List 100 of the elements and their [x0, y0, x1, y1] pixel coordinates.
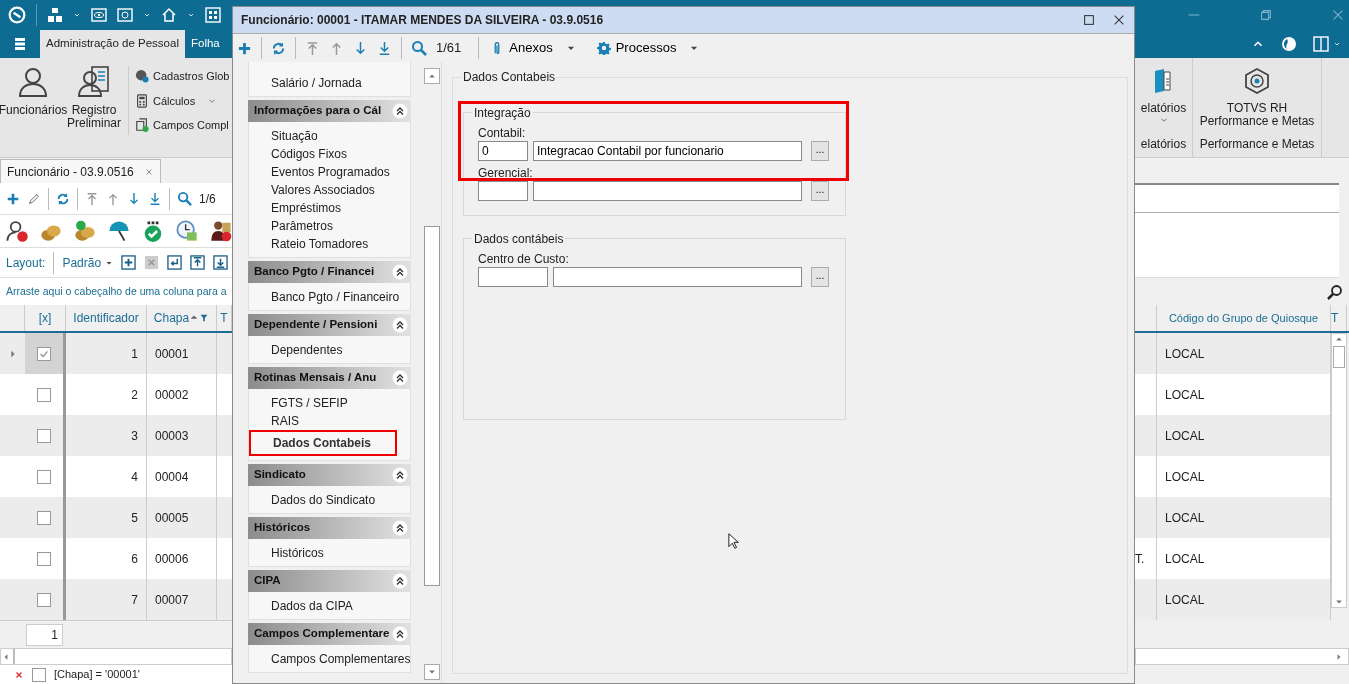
- menu-button[interactable]: Anexos: [488, 38, 578, 58]
- collapse-icon[interactable]: [392, 264, 408, 280]
- person-remove-icon[interactable]: [210, 220, 232, 242]
- enter-box-icon[interactable]: [167, 255, 183, 270]
- column-header[interactable]: T: [1331, 305, 1347, 331]
- collapse-icon[interactable]: [392, 520, 408, 536]
- nav-group-header[interactable]: Banco Pgto / Financei: [248, 261, 411, 283]
- collapse-icon[interactable]: [392, 573, 408, 589]
- restore-icon[interactable]: [1259, 8, 1273, 22]
- layout-icon[interactable]: [1313, 36, 1329, 52]
- nav-group-header[interactable]: Históricos: [248, 517, 411, 539]
- upload-box-icon[interactable]: [190, 255, 206, 270]
- plus-box-icon[interactable]: [121, 255, 137, 270]
- row-checkbox[interactable]: [37, 387, 51, 402]
- nav-item[interactable]: Valores Associados: [271, 181, 375, 199]
- close-icon[interactable]: [1112, 13, 1126, 27]
- lookup-button[interactable]: ...: [811, 141, 829, 161]
- nav-group-header[interactable]: Campos Complementare: [248, 623, 411, 645]
- home-icon[interactable]: [161, 7, 177, 23]
- nav-item[interactable]: FGTS / SEFIP: [271, 394, 348, 412]
- nav-item[interactable]: Dados Contabeis: [249, 430, 397, 456]
- grid-icon[interactable]: [205, 7, 221, 23]
- row-checkbox[interactable]: [37, 428, 51, 443]
- chevron-down-icon[interactable]: [73, 11, 81, 19]
- plus-icon[interactable]: [6, 191, 20, 206]
- nav-item[interactable]: Parâmetros: [271, 217, 334, 235]
- scroll-up-button[interactable]: [424, 68, 440, 84]
- nav-item[interactable]: Códigos Fixos: [271, 145, 348, 163]
- column-header[interactable]: Chapa: [147, 305, 217, 331]
- clock-calendar-icon[interactable]: [176, 220, 198, 242]
- collapse-icon[interactable]: [392, 626, 408, 642]
- search-icon[interactable]: [1327, 283, 1343, 300]
- scroll-down-button[interactable]: [424, 664, 440, 680]
- nav-item[interactable]: Rateio Tomadores: [271, 235, 369, 253]
- ribbon-menu-item[interactable]: Cálculos: [135, 90, 230, 111]
- nav-item[interactable]: RAIS: [271, 412, 299, 430]
- nav-item[interactable]: Situação: [271, 127, 318, 145]
- collapse-icon[interactable]: [392, 467, 408, 483]
- document-tab[interactable]: Funcionário - 03.9.0516: [0, 159, 161, 183]
- row-checkbox[interactable]: [37, 346, 51, 361]
- last-icon[interactable]: [377, 40, 392, 56]
- nav-item[interactable]: Empréstimos: [271, 199, 341, 217]
- scroll-thumb[interactable]: [1333, 346, 1345, 368]
- ribbon-menu-item[interactable]: Cadastros Glob: [135, 66, 230, 87]
- row-checkbox[interactable]: [37, 469, 51, 484]
- lookup-button[interactable]: ...: [811, 267, 829, 287]
- collapse-icon[interactable]: [392, 370, 408, 386]
- first-icon[interactable]: [305, 40, 320, 56]
- eye-icon[interactable]: [91, 7, 107, 23]
- last-icon[interactable]: [148, 191, 162, 206]
- ribbon-button[interactable]: Funcionários: [0, 58, 66, 157]
- nav-item[interactable]: Eventos Programados: [271, 163, 390, 181]
- collapse-icon[interactable]: [392, 317, 408, 333]
- x-box-icon[interactable]: [144, 255, 160, 270]
- ribbon-button[interactable]: TOTVS RH Performance e Metas: [1193, 58, 1321, 128]
- ribbon-button[interactable]: elatórios: [1135, 58, 1192, 125]
- lookup-button[interactable]: ...: [811, 181, 829, 201]
- logo-icon[interactable]: [8, 6, 26, 24]
- menu-icon[interactable]: [12, 36, 28, 52]
- download-box-icon[interactable]: [213, 255, 229, 270]
- code-field[interactable]: [478, 181, 528, 201]
- description-field[interactable]: Integracao Contabil por funcionario: [533, 141, 802, 161]
- nav-group-header[interactable]: Rotinas Mensais / Anu: [248, 367, 411, 389]
- code-field[interactable]: 0: [478, 141, 528, 161]
- umbrella-icon[interactable]: [108, 220, 130, 242]
- nav-group-header[interactable]: Sindicato: [248, 464, 411, 486]
- row-checkbox[interactable]: [37, 551, 51, 566]
- chevron-down-icon[interactable]: [1333, 40, 1341, 48]
- ribbon-button[interactable]: Registro Preliminar: [66, 58, 122, 157]
- layout-dropdown[interactable]: Padrão: [62, 253, 114, 272]
- chevron-down-icon[interactable]: [143, 11, 151, 19]
- nav-group-header[interactable]: Informações para o Cál: [248, 100, 411, 122]
- page-field[interactable]: 1: [26, 623, 63, 646]
- horizontal-scrollbar[interactable]: [0, 648, 232, 665]
- description-field[interactable]: [533, 181, 802, 201]
- filter-checkbox[interactable]: [32, 667, 46, 682]
- close-icon[interactable]: [14, 669, 24, 680]
- arrow-down-icon[interactable]: [127, 191, 141, 206]
- check-circle-icon[interactable]: [142, 220, 164, 242]
- ribbon-tab[interactable]: Folha: [184, 30, 226, 58]
- menu-button[interactable]: Processos: [594, 38, 702, 58]
- nav-group-header[interactable]: Dependente / Pensioni: [248, 314, 411, 336]
- ribbon-tab[interactable]: Administração de Pessoal: [40, 30, 185, 58]
- row-checkbox[interactable]: [37, 592, 51, 607]
- nav-group-header[interactable]: CIPA: [248, 570, 411, 592]
- column-header[interactable]: [x]: [25, 305, 66, 331]
- column-header[interactable]: Código do Grupo de Quiosque: [1157, 305, 1331, 331]
- horizontal-scrollbar[interactable]: [1135, 648, 1349, 665]
- maximize-icon[interactable]: [1082, 13, 1096, 27]
- description-field[interactable]: [553, 267, 802, 287]
- scroll-thumb[interactable]: [424, 226, 440, 586]
- person-minus-icon[interactable]: [6, 220, 28, 242]
- column-header[interactable]: Identificador: [66, 305, 147, 331]
- chevron-down-icon[interactable]: [187, 11, 195, 19]
- arrow-up-icon[interactable]: [106, 191, 120, 206]
- pencil-icon[interactable]: [27, 191, 41, 206]
- first-icon[interactable]: [85, 191, 99, 206]
- code-field[interactable]: [478, 267, 548, 287]
- coins-plus-icon[interactable]: [74, 220, 96, 242]
- plus-icon[interactable]: [237, 40, 252, 56]
